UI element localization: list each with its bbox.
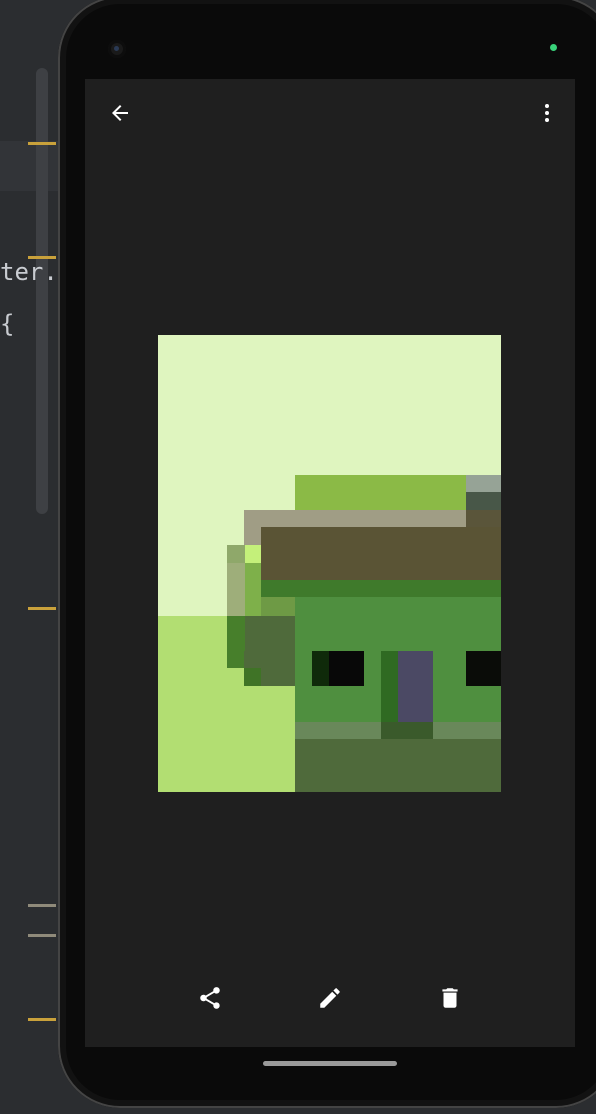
- edit-icon: [320, 988, 340, 1008]
- more-vert-icon: [545, 104, 549, 122]
- delete-icon: [442, 988, 458, 1008]
- marker-tick: [28, 904, 56, 907]
- share-icon: [200, 987, 220, 1009]
- arrow-back-icon: [112, 105, 128, 121]
- share-button[interactable]: [190, 978, 230, 1018]
- code-line: ter.: [0, 258, 58, 286]
- editor-scrollbar[interactable]: [36, 68, 48, 514]
- marker-tick: [28, 256, 56, 259]
- code-line: {: [0, 310, 15, 338]
- marker-tick: [28, 934, 56, 937]
- front-camera: [108, 40, 126, 58]
- marker-tick: [28, 1018, 56, 1021]
- current-line-highlight: [0, 141, 64, 191]
- gutter-text: 후 (: [0, 462, 6, 509]
- back-button[interactable]: [100, 93, 140, 133]
- marker-tick: [28, 607, 56, 610]
- code-editor-pane: ter. { 후 (: [0, 0, 64, 1114]
- delete-button[interactable]: [430, 978, 470, 1018]
- overflow-menu-button[interactable]: [527, 93, 567, 133]
- pixel-art-image: [158, 335, 501, 792]
- edit-button[interactable]: [310, 978, 350, 1018]
- privacy-indicator: [550, 44, 557, 51]
- marker-tick: [28, 142, 56, 145]
- home-indicator[interactable]: [263, 1061, 397, 1066]
